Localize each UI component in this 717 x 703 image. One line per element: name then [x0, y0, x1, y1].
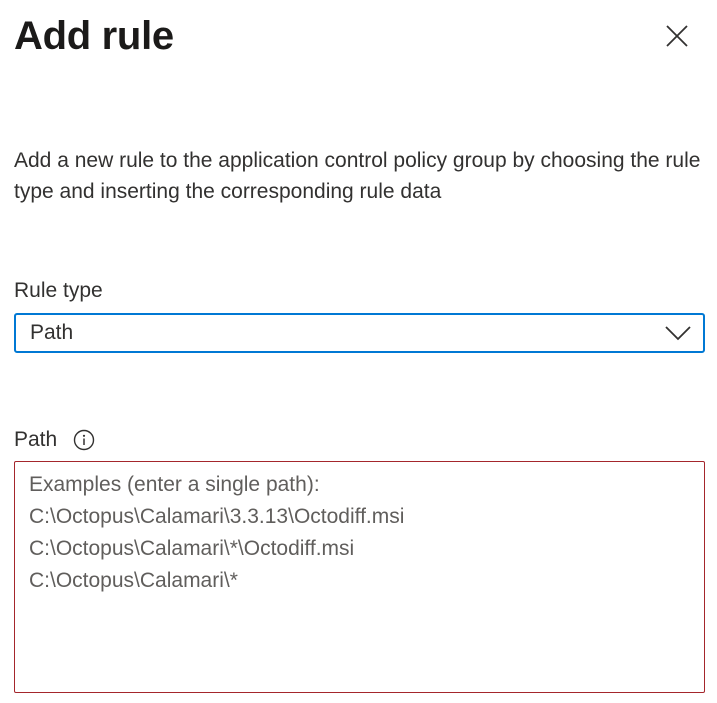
- chevron-down-icon: [665, 323, 691, 343]
- path-placeholder-line: Examples (enter a single path):: [29, 473, 320, 496]
- path-label-row: Path: [14, 426, 96, 454]
- path-label: Path: [14, 428, 58, 451]
- rule-type-selected-value: Path: [30, 321, 74, 344]
- path-textarea[interactable]: Examples (enter a single path): C:\Octop…: [14, 461, 705, 693]
- info-icon[interactable]: [72, 428, 96, 452]
- rule-type-label: Rule type: [14, 279, 103, 302]
- add-rule-panel: Add rule Add a new rule to the applicati…: [0, 0, 717, 703]
- path-placeholder-line: C:\Octopus\Calamari\3.3.13\Octodiff.msi: [29, 505, 405, 528]
- path-placeholder-line: C:\Octopus\Calamari\*\Octodiff.msi: [29, 537, 355, 560]
- close-icon: [666, 24, 688, 52]
- path-placeholder-line: C:\Octopus\Calamari\*: [29, 569, 238, 592]
- close-button[interactable]: [658, 19, 696, 57]
- rule-type-dropdown[interactable]: Path: [14, 313, 705, 353]
- panel-description: Add a new rule to the application contro…: [14, 149, 701, 203]
- panel-title: Add rule: [14, 14, 174, 58]
